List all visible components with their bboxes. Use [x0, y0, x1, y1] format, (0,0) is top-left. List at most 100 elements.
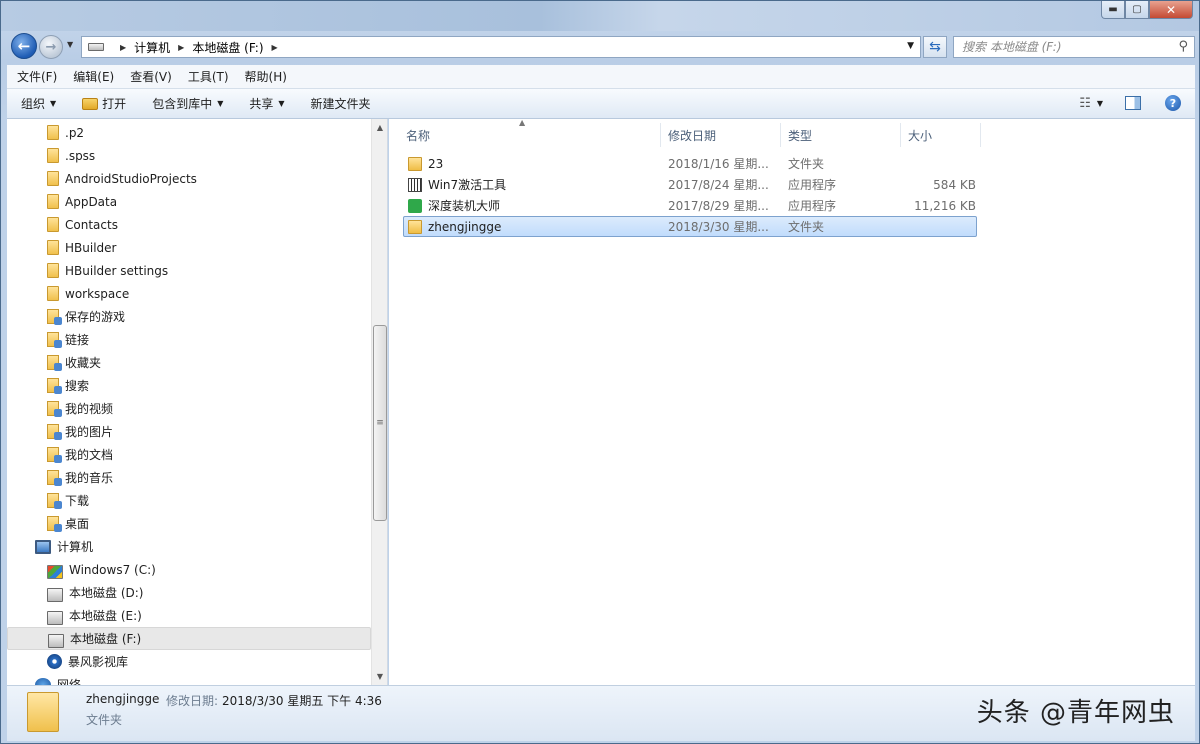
tree-item[interactable]: Contacts [7, 213, 371, 236]
file-row[interactable]: Win7激活工具 2017/8/24 星期... 应用程序 584 KB [403, 174, 977, 195]
breadcrumb-separator-icon[interactable]: ▶ [120, 43, 126, 52]
tree-item-label: 我的文档 [65, 448, 114, 462]
breadcrumb-drive-f[interactable]: 本地磁盘 (F:) [192, 39, 263, 56]
file-name: 23 [428, 156, 444, 171]
breadcrumb-separator-icon[interactable]: ▶ [272, 43, 278, 52]
address-bar[interactable]: ▶ 计算机 ▶ 本地磁盘 (F:) ▶ ▼ [81, 36, 921, 58]
tree-item[interactable]: AppData [7, 190, 371, 213]
special-folder-icon [47, 470, 62, 486]
breadcrumb-computer[interactable]: 计算机 [134, 39, 170, 56]
refresh-button[interactable]: ⇆ [923, 36, 947, 58]
tree-item[interactable]: 本地磁盘 (F:) [7, 627, 371, 650]
organize-button[interactable]: 组织 ▼ [21, 95, 56, 112]
tree-item[interactable]: 我的图片 [7, 420, 371, 443]
tree-item-label: 搜索 [65, 379, 90, 393]
column-headers: ▲ 名称 修改日期 类型 大小 [399, 118, 981, 147]
tree-item-label: 本地磁盘 (F:) [70, 632, 142, 646]
tree-item[interactable]: 网络 [7, 673, 371, 685]
menu-file[interactable]: 文件(F) [17, 68, 57, 85]
new-folder-button[interactable]: 新建文件夹 [311, 95, 371, 112]
tree-item-label: 暴风影视库 [68, 655, 129, 669]
tree-item[interactable]: .spss [7, 144, 371, 167]
view-controls: ☷ ▼ ? [1079, 95, 1181, 111]
search-icon[interactable]: ⚲ [1178, 39, 1188, 54]
file-size: 584 KB [933, 177, 976, 192]
preview-pane-icon[interactable] [1125, 96, 1141, 110]
tree-item[interactable]: AndroidStudioProjects [7, 167, 371, 190]
tree-item-label: 我的视频 [65, 402, 114, 416]
tree-item[interactable]: 我的视频 [7, 397, 371, 420]
tree-item[interactable]: 本地磁盘 (E:) [7, 604, 371, 627]
tree-item[interactable]: 我的文档 [7, 443, 371, 466]
title-bar[interactable]: ▬ ▢ ✕ [1, 1, 1199, 31]
special-folder-icon [47, 401, 62, 417]
tree-item[interactable]: 计算机 [7, 535, 371, 558]
details-name: zhengjingge [86, 692, 160, 706]
tree-item-label: .spss [65, 148, 96, 163]
open-button[interactable]: 打开 [82, 95, 126, 112]
scrollbar-thumb[interactable]: ≡ [373, 325, 387, 521]
file-row[interactable]: zhengjingge 2018/3/30 星期... 文件夹 [403, 216, 977, 237]
media-library-icon [47, 654, 62, 669]
recent-pages-dropdown-icon[interactable]: ▼ [67, 40, 73, 49]
forward-button[interactable]: → [39, 35, 63, 59]
tree-item[interactable]: HBuilder [7, 236, 371, 259]
chevron-down-icon[interactable]: ▼ [1097, 99, 1103, 108]
column-header-name[interactable]: ▲ 名称 [399, 118, 661, 147]
tree-item-label: 收藏夹 [65, 356, 102, 370]
back-button[interactable]: ← [11, 33, 37, 59]
search-input[interactable] [954, 37, 1164, 57]
tree-item[interactable]: HBuilder settings [7, 259, 371, 282]
tree-item-label: .p2 [65, 125, 85, 140]
column-header-size[interactable]: 大小 [901, 123, 981, 147]
tree-item[interactable]: .p2 [7, 121, 371, 144]
column-header-date[interactable]: 修改日期 [661, 123, 781, 147]
tree-item[interactable]: 收藏夹 [7, 351, 371, 374]
help-icon[interactable]: ? [1165, 95, 1181, 111]
scroll-up-icon[interactable]: ▲ [372, 119, 387, 136]
tree-item-label: 网络 [57, 678, 82, 685]
tree-item-label: 链接 [65, 333, 90, 347]
tree-item[interactable]: 链接 [7, 328, 371, 351]
tree-item[interactable]: Windows7 (C:) [7, 558, 371, 581]
close-button[interactable]: ✕ [1149, 1, 1193, 19]
folder-thumbnail-icon [27, 692, 59, 732]
tree-item-label: Windows7 (C:) [69, 562, 156, 577]
navigation-scrollbar[interactable]: ▲ ≡ ▼ [371, 119, 387, 685]
tree-item[interactable]: 本地磁盘 (D:) [7, 581, 371, 604]
tree-item[interactable]: 下载 [7, 489, 371, 512]
file-row[interactable]: 深度装机大师 2017/8/29 星期... 应用程序 11,216 KB [403, 195, 977, 216]
menu-edit[interactable]: 编辑(E) [73, 68, 114, 85]
tree-item[interactable]: 我的音乐 [7, 466, 371, 489]
view-options-icon[interactable]: ☷ [1079, 96, 1091, 111]
tree-item[interactable]: workspace [7, 282, 371, 305]
details-modified-value: 2018/3/30 星期五 下午 4:36 [222, 694, 382, 708]
address-dropdown-icon[interactable]: ▼ [907, 41, 914, 51]
file-size: 11,216 KB [914, 198, 976, 213]
folder-icon [47, 240, 59, 255]
special-folder-icon [47, 447, 62, 463]
file-row[interactable]: 23 2018/1/16 星期... 文件夹 [403, 153, 977, 174]
menu-help[interactable]: 帮助(H) [245, 68, 287, 85]
tree-item-label: 我的音乐 [65, 471, 114, 485]
maximize-button[interactable]: ▢ [1125, 1, 1149, 19]
include-in-library-button[interactable]: 包含到库中 ▼ [152, 95, 223, 112]
breadcrumb-separator-icon[interactable]: ▶ [178, 43, 184, 52]
file-name: zhengjingge [428, 219, 502, 234]
menu-tools[interactable]: 工具(T) [188, 68, 229, 85]
column-date-label: 修改日期 [668, 128, 717, 143]
search-box[interactable]: ⚲ [953, 36, 1195, 58]
folder-icon [408, 219, 422, 234]
menu-view[interactable]: 查看(V) [130, 68, 172, 85]
tree-item[interactable]: 暴风影视库 [7, 650, 371, 673]
tree-item[interactable]: 搜索 [7, 374, 371, 397]
file-name-cell: zhengjingge [404, 219, 664, 234]
column-header-type[interactable]: 类型 [781, 123, 901, 147]
tree-item-label: workspace [65, 286, 130, 301]
tree-item[interactable]: 桌面 [7, 512, 371, 535]
tree-item-label: AppData [65, 194, 118, 209]
share-button[interactable]: 共享 ▼ [249, 95, 284, 112]
minimize-button[interactable]: ▬ [1101, 1, 1125, 19]
tree-item[interactable]: 保存的游戏 [7, 305, 371, 328]
scroll-down-icon[interactable]: ▼ [372, 668, 387, 685]
